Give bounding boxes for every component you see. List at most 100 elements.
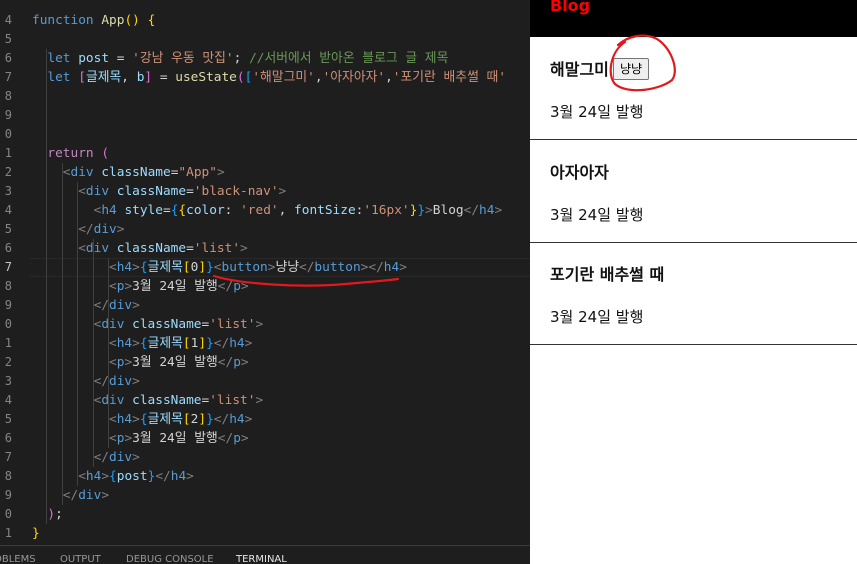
code-token: } xyxy=(206,336,214,351)
code-token: 냥냥 xyxy=(275,260,299,275)
code-line[interactable]: <p>3월 24일 발행</p> xyxy=(109,429,249,448)
code-token: , xyxy=(314,70,323,85)
code-token: > xyxy=(101,488,110,503)
code-line[interactable]: function App() { xyxy=(32,11,155,30)
code-editor[interactable]: 4567890123456789012345678901 function Ap… xyxy=(0,0,530,564)
code-line[interactable]: return ( xyxy=(47,144,109,163)
code-token: > xyxy=(132,260,140,275)
code-area[interactable]: function App() { let post = '강남 우동 맛집'; /… xyxy=(0,0,530,545)
code-token: ] xyxy=(198,260,207,275)
code-token: 글제목 xyxy=(85,70,122,85)
code-token: > xyxy=(124,355,133,370)
nav-title: Blog xyxy=(550,0,591,15)
code-token: { xyxy=(139,412,148,427)
code-line[interactable]: </div> xyxy=(63,486,109,505)
code-token: > xyxy=(278,184,287,199)
code-token: < xyxy=(109,412,117,427)
code-token: className xyxy=(116,184,187,199)
code-token: , xyxy=(121,70,137,85)
code-token: p xyxy=(233,431,241,446)
code-token: ; xyxy=(233,51,250,66)
code-token: > xyxy=(240,279,249,294)
code-line[interactable]: <div className='black-nav'> xyxy=(78,182,286,201)
code-line[interactable]: <h4>{글제목[1]}</h4> xyxy=(109,334,252,353)
code-token: > xyxy=(255,393,264,408)
code-token: () xyxy=(124,13,140,28)
code-token: "App" xyxy=(178,165,217,180)
code-token: function xyxy=(32,13,102,28)
code-token: ] xyxy=(198,336,207,351)
code-line[interactable]: </div> xyxy=(78,220,124,239)
panel-tab-terminal[interactable]: TERMINAL xyxy=(236,554,287,564)
code-token: </ xyxy=(213,412,230,427)
code-token: [ xyxy=(182,260,191,275)
code-token: className xyxy=(116,241,187,256)
code-token: </ xyxy=(93,298,110,313)
code-token: 글제목 xyxy=(147,412,183,427)
code-line[interactable]: } xyxy=(32,524,40,543)
panel-tab-debug-console[interactable]: DEBUG CONSOLE xyxy=(126,554,214,564)
post-date: 3월 24일 발행 xyxy=(550,103,644,121)
code-token: </ xyxy=(217,355,234,370)
post-date: 3월 24일 발행 xyxy=(550,206,644,224)
code-token: > xyxy=(132,336,140,351)
panel-tab-output[interactable]: OUTPUT xyxy=(60,554,101,564)
code-token: useState xyxy=(175,70,237,85)
code-token: h4 xyxy=(85,469,102,484)
code-line[interactable]: let [글제목, b] = useState(['해말그미','아자아자','… xyxy=(47,68,506,87)
code-line[interactable]: <h4>{post}</h4> xyxy=(78,467,194,486)
code-line[interactable]: <p>3월 24일 발행</p> xyxy=(109,353,249,372)
code-line[interactable]: <h4 style={{color: 'red', fontSize:'16px… xyxy=(94,201,503,220)
code-line[interactable]: <div className="App"> xyxy=(63,163,225,182)
code-token: > xyxy=(132,412,140,427)
code-line[interactable]: <p>3월 24일 발행</p> xyxy=(109,277,249,296)
code-token: { xyxy=(178,203,187,218)
code-token: </ xyxy=(217,431,234,446)
code-token: className xyxy=(132,393,202,408)
code-line[interactable]: </div> xyxy=(94,296,140,315)
code-line[interactable]: </div> xyxy=(94,448,140,467)
code-token: </ xyxy=(213,336,230,351)
code-token: = xyxy=(109,51,133,66)
code-token: h4 xyxy=(229,336,245,351)
post-date: 3월 24일 발행 xyxy=(550,308,644,326)
code-token: div xyxy=(109,450,133,465)
code-token: button xyxy=(221,260,268,275)
code-token: } xyxy=(206,412,214,427)
code-line[interactable]: <div className='list'> xyxy=(78,239,248,258)
code-token: </ xyxy=(299,260,315,275)
browser-preview: Blog 해말그미 냥냥 3월 24일 발행 아자아자 3월 24일 발행 포기… xyxy=(530,0,857,564)
panel-tab-bar: OBLEMS OUTPUT DEBUG CONSOLE TERMINAL xyxy=(0,545,530,564)
code-line[interactable]: <h4>{글제목[2]}</h4> xyxy=(109,410,252,429)
code-token: > xyxy=(124,279,133,294)
code-token: ( xyxy=(236,70,245,85)
like-button[interactable]: 냥냥 xyxy=(613,58,650,80)
code-token: div xyxy=(85,241,117,256)
code-token: '아자아자' xyxy=(322,70,386,85)
code-token: div xyxy=(109,298,133,313)
code-token: > xyxy=(186,469,194,484)
code-token: , xyxy=(278,203,295,218)
code-token: h4 xyxy=(170,469,187,484)
code-token: 'list' xyxy=(209,393,256,408)
code-token: '포기란 배추썰 때' xyxy=(392,70,507,85)
code-line[interactable]: <div className='list'> xyxy=(94,391,264,410)
code-token: > xyxy=(101,469,110,484)
code-token: div xyxy=(85,184,117,199)
code-token: > xyxy=(240,431,249,446)
code-line[interactable]: let post = '강남 우동 맛집'; //서버에서 받아온 블로그 글 … xyxy=(47,49,448,68)
code-token: > xyxy=(240,241,248,256)
code-line[interactable]: </div> xyxy=(94,372,140,391)
code-token: </ xyxy=(62,488,79,503)
code-token: [ xyxy=(182,412,191,427)
code-token: </ xyxy=(463,203,480,218)
code-token: let xyxy=(47,51,79,66)
code-token: className xyxy=(101,165,171,180)
code-line[interactable]: ); xyxy=(47,505,62,524)
code-token: </ xyxy=(93,450,110,465)
code-line[interactable]: <div className='list'> xyxy=(94,315,264,334)
code-token: > xyxy=(240,355,249,370)
list-item: 해말그미 냥냥 3월 24일 발행 xyxy=(530,37,857,140)
panel-tab-oblems[interactable]: OBLEMS xyxy=(0,554,36,564)
code-line[interactable]: <h4>{글제목[0]}<button>냥냥</button></h4> xyxy=(109,258,407,277)
